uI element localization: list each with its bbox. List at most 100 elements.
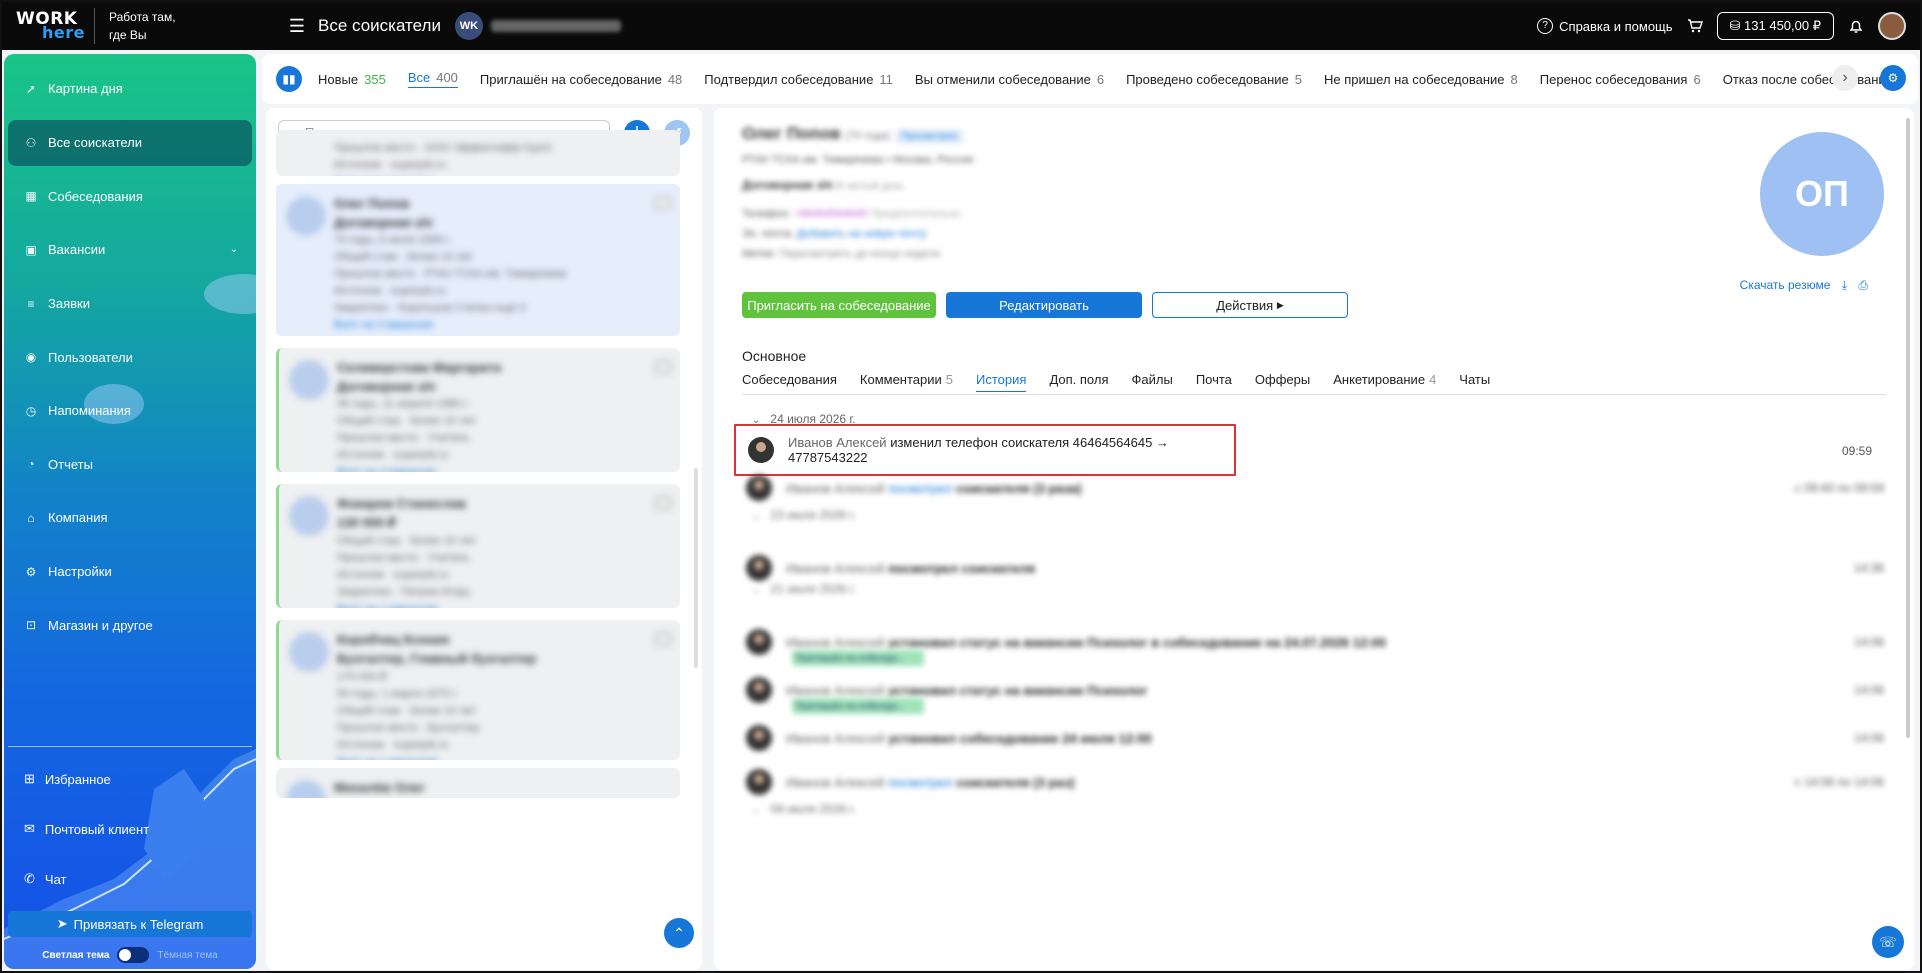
sidebar-item-3[interactable]: ▣ Вакансии ⌄ <box>4 223 256 277</box>
list-scrollbar[interactable] <box>694 468 698 668</box>
candidate-card[interactable]: Прошлое место · ООО Эффектифф Групп Источ… <box>276 130 680 176</box>
sidebar-item-label: Заявки <box>48 296 90 312</box>
status-tab[interactable]: Подтвердил собеседование 11 <box>704 72 893 87</box>
support-chat-icon[interactable]: ☏ <box>1872 926 1904 958</box>
balance-button[interactable]: ⛁ 131 450,00 ₽ <box>1716 12 1834 40</box>
event-link[interactable]: посмотрел <box>888 481 952 496</box>
email-label: Эл. почта: <box>742 228 794 240</box>
tab-8[interactable]: Чаты <box>1459 372 1490 392</box>
status-tab[interactable]: Не пришел на собеседование 8 <box>1324 72 1518 87</box>
menu-toggle-icon[interactable]: ☰ <box>286 15 308 37</box>
status-tabs: Новые 355 Все 400 Приглашён на собеседование… <box>318 70 1918 88</box>
candidate-card[interactable]: Коробчиц Ксения Бухгалтер, Главный бухгал… <box>276 620 680 760</box>
help-link[interactable]: ? Справка и помощь <box>1537 18 1673 34</box>
sidebar-item-7[interactable]: ◔ Отчеты <box>4 438 256 492</box>
tab-1[interactable]: Комментарии 5 <box>860 372 953 392</box>
sidebar-item-2[interactable]: ▦ Собеседования <box>4 170 256 224</box>
candidate-card[interactable]: Олег Попов Договорная з/п 70 годы, 6 июля … <box>276 184 680 336</box>
tag-icon[interactable] <box>654 496 672 510</box>
bell-icon[interactable] <box>1848 18 1864 34</box>
vacancy-link[interactable]: Волт на 1 вакансию <box>337 756 670 760</box>
candidate-detail-panel: Олег Попов (70 года) Просмотрен РТАУ ГСХ… <box>714 108 1914 970</box>
candidate-detail-line: Источник · superjob.ru <box>337 449 449 461</box>
history-date-group[interactable]: ⌄ 21 июля 2026 г. <box>752 582 856 596</box>
candidate-card[interactable]: Селиверстова Маргарита Договорная з/п 46 г… <box>276 348 680 472</box>
history-event-text: Иванов Алексей установил собеседование 2… <box>786 731 1152 746</box>
vacancy-link[interactable]: Волт на 1 вакансию <box>337 603 670 608</box>
status-tab[interactable]: Новые 355 <box>318 72 386 87</box>
sidebar-item-10[interactable]: ⊡ Магазин и другое <box>4 598 256 652</box>
sidebar-item-0[interactable]: ➚ Картина дня <box>4 62 256 116</box>
tag-icon[interactable] <box>654 196 672 210</box>
workspace-avatar[interactable]: WK <box>454 12 483 40</box>
tab-7[interactable]: Анкетирование 4 <box>1333 372 1436 392</box>
candidate-card[interactable]: Фокарев Станислав 130 000 ₽ Общий стаж · б… <box>276 484 680 608</box>
sidebar-item-9[interactable]: ⚙ Настройки <box>4 545 256 599</box>
vacancy-link[interactable]: Волт на 4 вакансии <box>337 466 670 472</box>
tab-4[interactable]: Файлы <box>1132 372 1173 392</box>
actions-button[interactable]: Действия ▶ <box>1152 292 1348 318</box>
candidate-detail-line: Источник · superjob.ru <box>337 739 449 751</box>
chevron-right-icon[interactable]: › <box>1832 65 1858 91</box>
phone-value[interactable]: +86464564645 <box>794 208 868 220</box>
stats-icon[interactable]: ▮▮ <box>276 66 302 92</box>
theme-toggle[interactable] <box>117 947 150 963</box>
status-tab-label: Отказ после собеседования <box>1722 71 1893 87</box>
tab-label: История <box>976 372 1027 387</box>
edit-button[interactable]: Редактировать <box>946 292 1142 318</box>
invite-button[interactable]: Пригласить на собеседование <box>742 292 936 318</box>
sidebar-bottom-item-0[interactable]: ⊞ Избранное <box>4 754 256 804</box>
status-tab-label: Не пришел на собеседование <box>1323 71 1505 87</box>
history-date-group[interactable]: ⌄ 23 июля 2026 г. <box>752 508 856 522</box>
tab-2[interactable]: История <box>976 372 1027 392</box>
action-buttons: Пригласить на собеседование Редактироват… <box>742 292 1348 318</box>
tab-0[interactable]: Собеседования <box>742 372 837 392</box>
status-tab[interactable]: Приглашён на собеседование 48 <box>480 72 682 87</box>
app-window: WORK here Работа там, где Вы ☰ Все соиска… <box>0 0 1922 973</box>
filter-settings-icon[interactable]: ⚙ <box>1880 65 1906 91</box>
email-value[interactable]: Добавить на новую почту <box>797 228 927 240</box>
status-tab[interactable]: Отказ после собеседования7 <box>1723 72 1906 87</box>
vacancy-link[interactable]: Волт на 2 вакансии <box>334 319 670 331</box>
status-tab[interactable]: Проведено собеседование 5 <box>1126 72 1302 87</box>
event-link[interactable]: посмотрел <box>888 775 952 790</box>
tab-6[interactable]: Офферы <box>1255 372 1310 392</box>
history-date-group[interactable]: ⌄ 09 июля 2026 г. <box>752 802 856 816</box>
sidebar-item-6[interactable]: ◷ Напоминания <box>4 384 256 438</box>
candidate-salary: Договорная з/п В чистый день <box>742 178 904 192</box>
user-avatar[interactable] <box>1878 12 1906 40</box>
sidebar-item-label: Собеседования <box>48 188 143 204</box>
logo[interactable]: WORK here <box>2 11 94 41</box>
sidebar-item-1[interactable]: ⚇ Все соискатели <box>8 119 252 166</box>
download-icon[interactable]: ⤓ <box>1842 278 1847 292</box>
workspace-name-blurred[interactable] <box>490 20 621 32</box>
detail-scrollbar[interactable] <box>1906 118 1910 738</box>
print-icon[interactable]: ⎙ <box>1858 278 1868 292</box>
tags-value[interactable]: Пересмотреть до конца недели <box>779 248 940 260</box>
tab-3[interactable]: Доп. поля <box>1049 372 1108 392</box>
sidebar-item-5[interactable]: ◉ Пользователи <box>4 330 256 384</box>
status-tab[interactable]: Вы отменили собеседование 6 <box>915 72 1104 87</box>
status-tab-label: Новые <box>318 71 359 87</box>
candidate-detail-line: Закреплен · Корольков Степан ещё 3 <box>334 302 526 314</box>
sidebar-item-4[interactable]: ≡ Заявки <box>4 277 256 331</box>
download-resume-link[interactable]: Скачать резюме ⤓ ⎙ <box>1740 278 1868 293</box>
tag-icon[interactable] <box>654 632 672 646</box>
candidate-card-content: Коробчиц Ксения Бухгалтер, Главный бухгал… <box>279 620 680 760</box>
tab-5[interactable]: Почта <box>1196 372 1232 392</box>
sidebar-bottom-item-2[interactable]: ✆ Чат <box>4 854 256 904</box>
telegram-button[interactable]: ➤ Привязать к Telegram <box>8 911 252 937</box>
cart-icon[interactable] <box>1687 18 1703 34</box>
sidebar-bottom-item-1[interactable]: ✉ Почтовый клиент <box>4 804 256 854</box>
tab-label: Файлы <box>1131 372 1173 387</box>
sidebar-item-8[interactable]: ⌂ Компания <box>4 491 256 545</box>
tag-icon[interactable] <box>654 360 672 374</box>
candidate-card[interactable]: Михалёв Олег <box>276 768 680 798</box>
scroll-top-button[interactable]: ⌃ <box>664 918 694 948</box>
phone-row: Телефон: +86464564645 Предпочтительно <box>742 208 961 220</box>
detail-tabs: Собеседования Комментарии 5 История Доп. пол… <box>742 372 1490 392</box>
status-tab[interactable]: Все 400 <box>407 70 458 88</box>
tagline-line1: Работа там, <box>109 10 176 24</box>
status-tab[interactable]: Перенос собеседования 6 <box>1540 72 1701 87</box>
status-tab-label: Все <box>407 70 431 85</box>
